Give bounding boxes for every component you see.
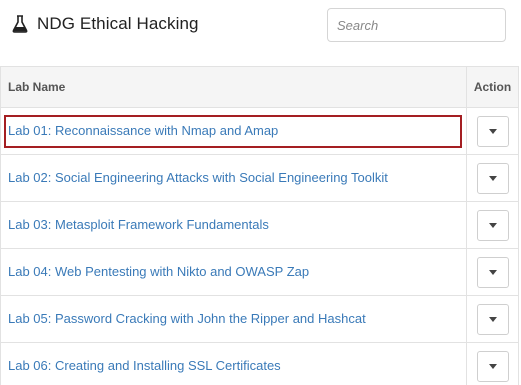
lab-name-cell: Lab 05: Password Cracking with John the … (0, 295, 467, 343)
action-cell (466, 248, 519, 296)
caret-down-icon (488, 128, 497, 134)
lab-name-cell: Lab 06: Creating and Installing SSL Cert… (0, 342, 467, 385)
page-header: NDG Ethical Hacking (0, 0, 521, 66)
lab-name-cell: Lab 01: Reconnaissance with Nmap and Ama… (0, 107, 467, 155)
action-cell (466, 107, 519, 155)
lab-name-cell: Lab 02: Social Engineering Attacks with … (0, 154, 467, 202)
action-cell (466, 154, 519, 202)
lab-name-cell: Lab 04: Web Pentesting with Nikto and OW… (0, 248, 467, 296)
action-cell (466, 342, 519, 385)
table-row: Lab 05: Password Cracking with John the … (0, 295, 519, 343)
table-row: Lab 04: Web Pentesting with Nikto and OW… (0, 248, 519, 296)
lab-link[interactable]: Lab 01: Reconnaissance with Nmap and Ama… (8, 123, 278, 138)
lab-link[interactable]: Lab 03: Metasploit Framework Fundamental… (8, 217, 269, 232)
lab-link[interactable]: Lab 06: Creating and Installing SSL Cert… (8, 358, 281, 373)
lab-link[interactable]: Lab 04: Web Pentesting with Nikto and OW… (8, 264, 309, 279)
caret-down-icon (488, 175, 497, 181)
search-input[interactable] (327, 8, 506, 42)
flask-icon (12, 15, 28, 33)
action-dropdown-button[interactable] (476, 303, 509, 335)
caret-down-icon (488, 222, 497, 228)
action-cell (466, 201, 519, 249)
table-row: Lab 02: Social Engineering Attacks with … (0, 154, 519, 202)
action-dropdown-button[interactable] (476, 209, 509, 241)
table-row: Lab 03: Metasploit Framework Fundamental… (0, 201, 519, 249)
action-cell (466, 295, 519, 343)
caret-down-icon (488, 316, 497, 322)
action-dropdown-button[interactable] (476, 256, 509, 288)
column-header-action: Action (466, 66, 519, 108)
page-title: NDG Ethical Hacking (37, 14, 199, 33)
action-dropdown-button[interactable] (476, 115, 509, 147)
action-dropdown-button[interactable] (476, 162, 509, 194)
title-group: NDG Ethical Hacking (12, 14, 199, 34)
table-row: Lab 06: Creating and Installing SSL Cert… (0, 342, 519, 385)
action-dropdown-button[interactable] (476, 350, 509, 382)
lab-link[interactable]: Lab 05: Password Cracking with John the … (8, 311, 366, 326)
column-header-lab-name: Lab Name (0, 66, 467, 108)
caret-down-icon (488, 269, 497, 275)
labs-table: Lab Name Action Lab 01: Reconnaissance w… (0, 66, 519, 385)
table-row: Lab 01: Reconnaissance with Nmap and Ama… (0, 107, 519, 155)
table-header-row: Lab Name Action (0, 66, 519, 108)
lab-name-cell: Lab 03: Metasploit Framework Fundamental… (0, 201, 467, 249)
caret-down-icon (488, 363, 497, 369)
lab-link[interactable]: Lab 02: Social Engineering Attacks with … (8, 170, 388, 185)
